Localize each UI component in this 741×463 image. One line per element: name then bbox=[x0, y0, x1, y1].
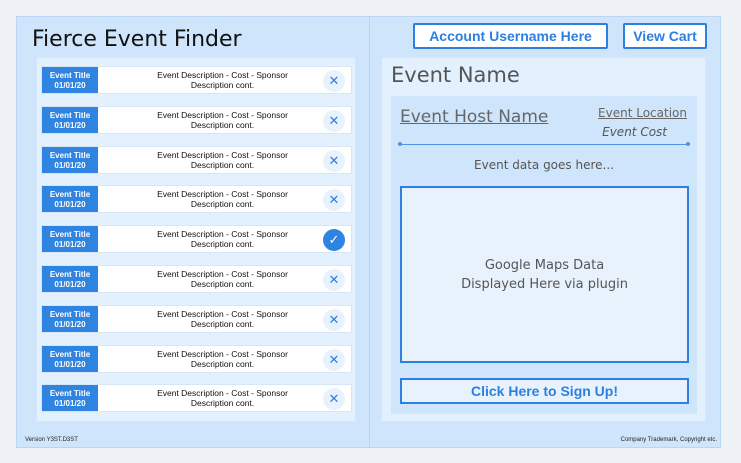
event-detail-card: Event Host Name Event Location Event Cos… bbox=[391, 96, 697, 414]
event-title: Event Title bbox=[49, 150, 91, 160]
event-list-item[interactable]: Event Title 01/01/20 Event Description - C… bbox=[41, 304, 352, 333]
event-description: Event Description - Cost - Sponsor Descri… bbox=[100, 229, 345, 249]
event-description: Event Description - Cost - Sponsor Descri… bbox=[100, 309, 345, 329]
trademark-label: Company Trademark, Copyright etc. bbox=[620, 437, 717, 443]
app-title: Fierce Event Finder bbox=[32, 27, 242, 52]
event-description-line: Event Description - Cost - Sponsor bbox=[157, 269, 288, 279]
event-description-line: Event Description - Cost - Sponsor bbox=[157, 109, 288, 120]
event-description-line: Event Description - Cost - Sponsor bbox=[157, 149, 288, 160]
event-date: 01/01/20 bbox=[54, 200, 86, 210]
event-list: Event Title 01/01/20 Event Description - C… bbox=[36, 57, 356, 422]
event-list-item[interactable]: Event Title 01/01/20 Event Description - C… bbox=[41, 225, 352, 254]
event-date: 01/01/20 bbox=[54, 240, 86, 250]
map-embed[interactable]: Google Maps Data Displayed Here via plug… bbox=[400, 186, 689, 363]
app-frame: Fierce Event Finder Account Username Her… bbox=[16, 16, 721, 448]
event-description: Event Description - Cost - Sponsor Descri… bbox=[100, 269, 345, 289]
event-description-line: Event Description - Cost - Sponsor bbox=[157, 388, 288, 399]
event-title-tag: Event Title 01/01/20 bbox=[42, 345, 98, 372]
event-date: 01/01/20 bbox=[54, 280, 86, 289]
event-title-tag: Event Title 01/01/20 bbox=[42, 67, 98, 93]
event-description-line: Description cont. bbox=[190, 199, 255, 210]
event-description-line: Description cont. bbox=[190, 159, 255, 170]
event-data-text: Event data goes here... bbox=[474, 158, 614, 172]
event-description: Event Description - Cost - Sponsor Descri… bbox=[100, 189, 345, 209]
event-list-item[interactable]: Event Title 01/01/20 Event Description - C… bbox=[41, 185, 352, 214]
event-list-item[interactable]: Event Title 01/01/20 Event Description - C… bbox=[41, 265, 352, 293]
event-title-tag: Event Title 01/01/20 bbox=[42, 106, 98, 133]
close-icon[interactable]: ✕ bbox=[323, 109, 345, 132]
event-date: 01/01/20 bbox=[54, 319, 86, 329]
account-button[interactable]: Account Username Here bbox=[413, 23, 608, 49]
event-location-link[interactable]: Event Location bbox=[598, 106, 687, 120]
event-host-link[interactable]: Event Host Name bbox=[400, 107, 548, 127]
event-description-line: Event Description - Cost - Sponsor bbox=[157, 189, 288, 200]
event-description-line: Event Description - Cost - Sponsor bbox=[157, 229, 288, 240]
event-title-tag: Event Title 01/01/20 bbox=[42, 266, 98, 292]
event-description: Event Description - Cost - Sponsor Descri… bbox=[100, 70, 345, 90]
event-title: Event Title bbox=[49, 389, 91, 399]
event-detail-panel: Event Name Event Host Name Event Locatio… bbox=[381, 57, 706, 422]
event-description-line: Description cont. bbox=[190, 318, 255, 329]
event-title-tag: Event Title 01/01/20 bbox=[42, 146, 98, 173]
event-list-item[interactable]: Event Title 01/01/20 Event Description - C… bbox=[41, 66, 352, 94]
event-title: Event Title bbox=[49, 309, 91, 319]
event-description-line: Description cont. bbox=[190, 80, 255, 90]
event-title-tag: Event Title 01/01/20 bbox=[42, 305, 98, 332]
version-label: Version Y3ST.D3ST bbox=[25, 437, 78, 443]
close-icon[interactable]: ✕ bbox=[323, 308, 345, 331]
divider-rule bbox=[398, 142, 690, 146]
close-icon[interactable]: ✕ bbox=[323, 149, 345, 172]
event-list-item[interactable]: Event Title 01/01/20 Event Description - C… bbox=[41, 384, 352, 413]
close-icon[interactable]: ✕ bbox=[323, 348, 345, 371]
event-title: Event Title bbox=[49, 230, 91, 240]
event-cost: Event Cost bbox=[602, 125, 667, 139]
close-icon[interactable]: ✕ bbox=[323, 70, 345, 92]
event-date: 01/01/20 bbox=[54, 81, 86, 90]
event-title-tag: Event Title 01/01/20 bbox=[42, 385, 98, 412]
event-title-tag: Event Title 01/01/20 bbox=[42, 186, 98, 213]
event-date: 01/01/20 bbox=[54, 399, 86, 409]
event-title: Event Title bbox=[49, 270, 91, 279]
event-date: 01/01/20 bbox=[54, 160, 86, 170]
column-divider bbox=[369, 17, 370, 447]
event-title: Event Title bbox=[49, 110, 91, 120]
event-description-line: Description cont. bbox=[190, 358, 255, 369]
view-cart-button[interactable]: View Cart bbox=[623, 23, 707, 49]
event-description-line: Event Description - Cost - Sponsor bbox=[157, 308, 288, 319]
close-icon[interactable]: ✕ bbox=[323, 269, 345, 291]
map-line-1: Google Maps Data bbox=[484, 257, 605, 273]
map-line-2: Displayed Here via plugin bbox=[461, 276, 628, 292]
event-description-line: Event Description - Cost - Sponsor bbox=[157, 348, 288, 359]
event-title: Event Title bbox=[49, 190, 91, 200]
event-description-line: Description cont. bbox=[190, 279, 255, 289]
event-date: 01/01/20 bbox=[54, 359, 86, 369]
event-name: Event Name bbox=[391, 63, 520, 87]
event-description-line: Description cont. bbox=[190, 119, 255, 130]
event-description-line: Description cont. bbox=[190, 239, 255, 250]
event-description: Event Description - Cost - Sponsor Descri… bbox=[100, 349, 345, 369]
event-description: Event Description - Cost - Sponsor Descri… bbox=[100, 110, 345, 130]
event-description-line: Event Description - Cost - Sponsor bbox=[157, 70, 288, 80]
sign-up-button[interactable]: Click Here to Sign Up! bbox=[400, 378, 689, 404]
event-title: Event Title bbox=[49, 71, 91, 80]
event-description: Event Description - Cost - Sponsor Descri… bbox=[100, 150, 345, 170]
event-list-item[interactable]: Event Title 01/01/20 Event Description - C… bbox=[41, 344, 352, 373]
event-title: Event Title bbox=[49, 349, 91, 359]
event-description: Event Description - Cost - Sponsor Descri… bbox=[100, 388, 345, 408]
event-list-item[interactable]: Event Title 01/01/20 Event Description - C… bbox=[41, 145, 352, 174]
event-title-tag: Event Title 01/01/20 bbox=[42, 226, 98, 253]
event-date: 01/01/20 bbox=[54, 120, 86, 130]
event-list-item[interactable]: Event Title 01/01/20 Event Description - C… bbox=[41, 105, 352, 134]
event-description-line: Description cont. bbox=[190, 398, 255, 409]
